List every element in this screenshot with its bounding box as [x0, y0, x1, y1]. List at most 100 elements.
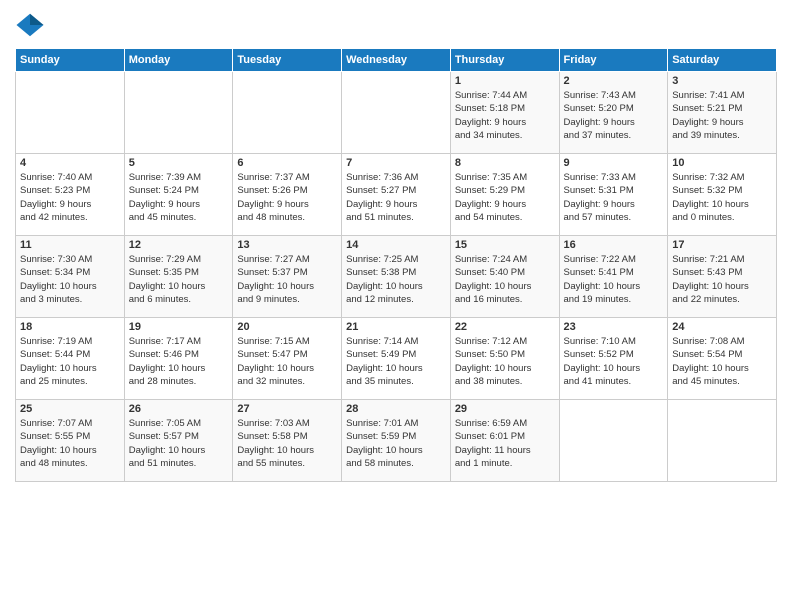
calendar-cell: 21 Sunrise: 7:14 AMSunset: 5:49 PMDayligh…	[342, 318, 451, 400]
day-info: Sunrise: 7:29 AMSunset: 5:35 PMDaylight:…	[129, 253, 229, 306]
calendar-cell: 5 Sunrise: 7:39 AMSunset: 5:24 PMDaylight…	[124, 154, 233, 236]
day-number: 5	[129, 157, 229, 169]
day-info: Sunrise: 7:44 AMSunset: 5:18 PMDaylight:…	[455, 89, 555, 142]
calendar-cell: 29Sunrise: 6:59 AMSunset: 6:01 PMDayligh…	[450, 400, 559, 482]
day-number: 13	[237, 239, 337, 251]
day-number: 17	[672, 239, 772, 251]
day-number: 24	[672, 321, 772, 333]
calendar-cell: 8 Sunrise: 7:35 AMSunset: 5:29 PMDaylight…	[450, 154, 559, 236]
day-info: Sunrise: 7:01 AMSunset: 5:59 PMDaylight:…	[346, 417, 446, 470]
week-row-5: 25 Sunrise: 7:07 AMSunset: 5:55 PMDayligh…	[16, 400, 777, 482]
day-info: Sunrise: 7:41 AMSunset: 5:21 PMDaylight:…	[672, 89, 772, 142]
day-number: 25	[20, 403, 120, 415]
day-number: 22	[455, 321, 555, 333]
day-info: Sunrise: 7:21 AMSunset: 5:43 PMDaylight:…	[672, 253, 772, 306]
col-header-monday: Monday	[124, 49, 233, 72]
day-info: Sunrise: 7:07 AMSunset: 5:55 PMDaylight:…	[20, 417, 120, 470]
calendar-cell: 3 Sunrise: 7:41 AMSunset: 5:21 PMDaylight…	[668, 72, 777, 154]
calendar-cell: 7 Sunrise: 7:36 AMSunset: 5:27 PMDaylight…	[342, 154, 451, 236]
logo-icon	[15, 10, 45, 40]
day-info: Sunrise: 7:30 AMSunset: 5:34 PMDaylight:…	[20, 253, 120, 306]
calendar-cell: 27 Sunrise: 7:03 AMSunset: 5:58 PMDayligh…	[233, 400, 342, 482]
calendar-cell: 22 Sunrise: 7:12 AMSunset: 5:50 PMDayligh…	[450, 318, 559, 400]
day-info: Sunrise: 7:08 AMSunset: 5:54 PMDaylight:…	[672, 335, 772, 388]
day-info: Sunrise: 7:39 AMSunset: 5:24 PMDaylight:…	[129, 171, 229, 224]
day-info: Sunrise: 7:27 AMSunset: 5:37 PMDaylight:…	[237, 253, 337, 306]
day-number: 14	[346, 239, 446, 251]
calendar-cell: 4Sunrise: 7:40 AMSunset: 5:23 PMDaylight…	[16, 154, 125, 236]
day-number: 4	[20, 157, 120, 169]
logo	[15, 10, 49, 40]
day-info: Sunrise: 7:35 AMSunset: 5:29 PMDaylight:…	[455, 171, 555, 224]
calendar-cell	[342, 72, 451, 154]
week-row-3: 11 Sunrise: 7:30 AMSunset: 5:34 PMDayligh…	[16, 236, 777, 318]
calendar-cell: 16 Sunrise: 7:22 AMSunset: 5:41 PMDayligh…	[559, 236, 668, 318]
calendar-cell: 28 Sunrise: 7:01 AMSunset: 5:59 PMDayligh…	[342, 400, 451, 482]
day-number: 15	[455, 239, 555, 251]
day-number: 8	[455, 157, 555, 169]
page-container: SundayMondayTuesdayWednesdayThursdayFrid…	[0, 0, 792, 487]
calendar-cell	[233, 72, 342, 154]
day-info: Sunrise: 7:15 AMSunset: 5:47 PMDaylight:…	[237, 335, 337, 388]
calendar-cell: 15 Sunrise: 7:24 AMSunset: 5:40 PMDayligh…	[450, 236, 559, 318]
calendar-cell	[559, 400, 668, 482]
calendar-cell	[668, 400, 777, 482]
day-info: Sunrise: 7:05 AMSunset: 5:57 PMDaylight:…	[129, 417, 229, 470]
calendar-cell: 18 Sunrise: 7:19 AMSunset: 5:44 PMDayligh…	[16, 318, 125, 400]
day-number: 3	[672, 75, 772, 87]
day-info: Sunrise: 7:25 AMSunset: 5:38 PMDaylight:…	[346, 253, 446, 306]
day-number: 28	[346, 403, 446, 415]
calendar-cell: 23Sunrise: 7:10 AMSunset: 5:52 PMDayligh…	[559, 318, 668, 400]
day-info: Sunrise: 7:17 AMSunset: 5:46 PMDaylight:…	[129, 335, 229, 388]
calendar-cell: 12 Sunrise: 7:29 AMSunset: 5:35 PMDayligh…	[124, 236, 233, 318]
day-number: 9	[564, 157, 664, 169]
header-row: SundayMondayTuesdayWednesdayThursdayFrid…	[16, 49, 777, 72]
day-info: Sunrise: 7:36 AMSunset: 5:27 PMDaylight:…	[346, 171, 446, 224]
calendar-cell: 6Sunrise: 7:37 AMSunset: 5:26 PMDaylight…	[233, 154, 342, 236]
day-info: Sunrise: 7:33 AMSunset: 5:31 PMDaylight:…	[564, 171, 664, 224]
day-number: 10	[672, 157, 772, 169]
calendar-cell: 14 Sunrise: 7:25 AMSunset: 5:38 PMDayligh…	[342, 236, 451, 318]
calendar-cell: 13 Sunrise: 7:27 AMSunset: 5:37 PMDayligh…	[233, 236, 342, 318]
day-number: 19	[129, 321, 229, 333]
col-header-sunday: Sunday	[16, 49, 125, 72]
day-number: 20	[237, 321, 337, 333]
calendar-cell: 19 Sunrise: 7:17 AMSunset: 5:46 PMDayligh…	[124, 318, 233, 400]
day-number: 11	[20, 239, 120, 251]
calendar-cell: 9 Sunrise: 7:33 AMSunset: 5:31 PMDaylight…	[559, 154, 668, 236]
day-number: 7	[346, 157, 446, 169]
header	[15, 10, 777, 40]
day-info: Sunrise: 7:32 AMSunset: 5:32 PMDaylight:…	[672, 171, 772, 224]
day-number: 21	[346, 321, 446, 333]
day-info: Sunrise: 7:14 AMSunset: 5:49 PMDaylight:…	[346, 335, 446, 388]
day-info: Sunrise: 7:43 AMSunset: 5:20 PMDaylight:…	[564, 89, 664, 142]
day-number: 1	[455, 75, 555, 87]
day-number: 12	[129, 239, 229, 251]
col-header-wednesday: Wednesday	[342, 49, 451, 72]
day-info: Sunrise: 7:12 AMSunset: 5:50 PMDaylight:…	[455, 335, 555, 388]
calendar-table: SundayMondayTuesdayWednesdayThursdayFrid…	[15, 48, 777, 482]
calendar-cell	[16, 72, 125, 154]
calendar-cell: 25 Sunrise: 7:07 AMSunset: 5:55 PMDayligh…	[16, 400, 125, 482]
day-info: Sunrise: 7:03 AMSunset: 5:58 PMDaylight:…	[237, 417, 337, 470]
col-header-thursday: Thursday	[450, 49, 559, 72]
day-info: Sunrise: 7:22 AMSunset: 5:41 PMDaylight:…	[564, 253, 664, 306]
day-number: 2	[564, 75, 664, 87]
calendar-cell: 10 Sunrise: 7:32 AMSunset: 5:32 PMDayligh…	[668, 154, 777, 236]
calendar-cell: 1 Sunrise: 7:44 AMSunset: 5:18 PMDaylight…	[450, 72, 559, 154]
day-number: 26	[129, 403, 229, 415]
day-info: Sunrise: 7:37 AMSunset: 5:26 PMDaylight:…	[237, 171, 337, 224]
day-number: 18	[20, 321, 120, 333]
calendar-cell	[124, 72, 233, 154]
col-header-saturday: Saturday	[668, 49, 777, 72]
day-info: Sunrise: 7:24 AMSunset: 5:40 PMDaylight:…	[455, 253, 555, 306]
calendar-cell: 20 Sunrise: 7:15 AMSunset: 5:47 PMDayligh…	[233, 318, 342, 400]
day-info: Sunrise: 7:19 AMSunset: 5:44 PMDaylight:…	[20, 335, 120, 388]
calendar-cell: 26 Sunrise: 7:05 AMSunset: 5:57 PMDayligh…	[124, 400, 233, 482]
day-info: Sunrise: 7:10 AMSunset: 5:52 PMDaylight:…	[564, 335, 664, 388]
col-header-tuesday: Tuesday	[233, 49, 342, 72]
calendar-cell: 17 Sunrise: 7:21 AMSunset: 5:43 PMDayligh…	[668, 236, 777, 318]
day-number: 27	[237, 403, 337, 415]
day-number: 16	[564, 239, 664, 251]
calendar-cell: 24 Sunrise: 7:08 AMSunset: 5:54 PMDayligh…	[668, 318, 777, 400]
